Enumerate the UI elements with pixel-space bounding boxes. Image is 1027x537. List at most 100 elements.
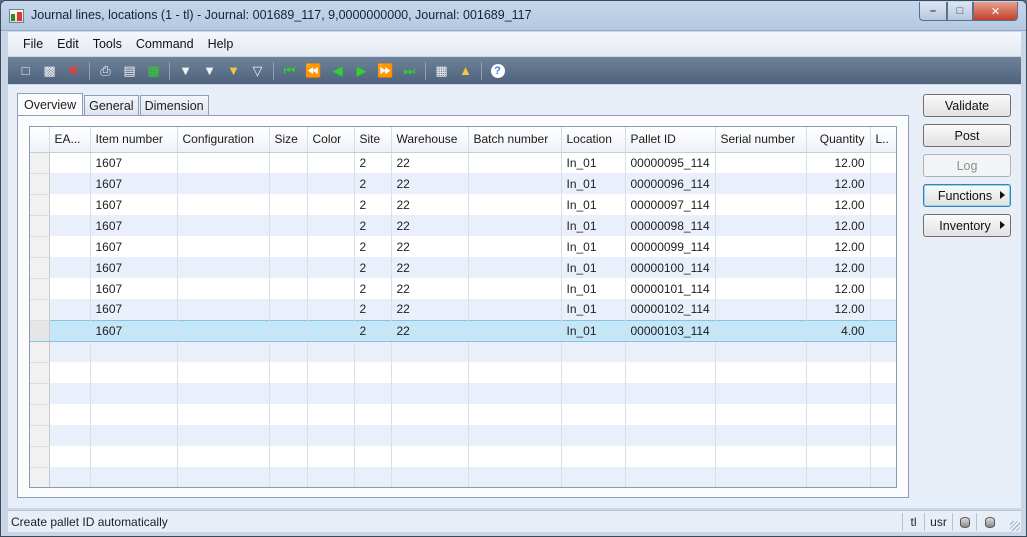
cell-quantity[interactable]: 12.00 [806,194,871,215]
cell-batch-number[interactable] [468,152,562,173]
row-selector[interactable] [30,299,50,321]
cell-ea[interactable] [49,257,91,278]
table-row[interactable]: 1607 2 22 In_01 00000102_114 12.00 [30,299,896,321]
menu-file[interactable]: File [16,37,50,51]
cell-configuration[interactable] [177,278,270,299]
close-button[interactable]: ✕ [973,2,1018,21]
validate-button[interactable]: Validate [923,94,1011,117]
cell-ea[interactable] [49,173,91,194]
advanced-filter-icon[interactable]: ▼ [223,61,244,81]
column-header-site[interactable]: Site [354,127,392,153]
cell-serial-number[interactable] [715,257,807,278]
row-selector[interactable] [30,236,50,258]
cell-quantity[interactable]: 4.00 [806,319,871,342]
cell-warehouse[interactable]: 22 [391,257,469,278]
column-header-batch-number[interactable]: Batch number [468,127,562,153]
cell-color[interactable] [307,257,355,278]
cell-batch-number[interactable] [468,173,562,194]
last-record-icon[interactable]: ⏭ [399,61,420,81]
cell-item-number[interactable]: 1607 [90,319,178,342]
status-db-icon[interactable] [952,513,976,531]
cell-pallet-id[interactable]: 00000095_114 [625,152,716,173]
column-header-quantity[interactable]: Quantity [806,127,871,153]
cell-quantity[interactable]: 12.00 [806,236,871,257]
cell-color[interactable] [307,194,355,215]
first-record-icon[interactable]: ⏮ [279,61,300,81]
cell-ea[interactable] [49,299,91,320]
cell-batch-number[interactable] [468,194,562,215]
cell-location[interactable]: In_01 [561,236,626,257]
cell-configuration[interactable] [177,319,270,342]
cell-site[interactable]: 2 [354,278,392,299]
column-header-configuration[interactable]: Configuration [177,127,270,153]
functions-menu-button[interactable]: Functions [923,184,1011,207]
cell-configuration[interactable] [177,257,270,278]
cell-location[interactable]: In_01 [561,299,626,320]
document-handling-icon[interactable]: ▦ [431,61,452,81]
cell-warehouse[interactable]: 22 [391,299,469,320]
cell-warehouse[interactable]: 22 [391,194,469,215]
cell-item-number[interactable]: 1607 [90,215,178,236]
cell-quantity[interactable]: 12.00 [806,257,871,278]
menu-help[interactable]: Help [201,37,241,51]
next-page-icon[interactable]: ⏩ [375,61,396,81]
cell-serial-number[interactable] [715,278,807,299]
cell-site[interactable]: 2 [354,215,392,236]
cell-site[interactable]: 2 [354,194,392,215]
cell-color[interactable] [307,319,355,342]
cell-ea[interactable] [49,278,91,299]
next-record-icon[interactable]: ▶ [351,61,372,81]
cell-site[interactable]: 2 [354,236,392,257]
row-selector[interactable] [30,257,50,279]
filter-by-selection-icon[interactable]: ▼ [175,61,196,81]
column-header-pallet-id[interactable]: Pallet ID [625,127,716,153]
new-icon[interactable]: □ [15,61,36,81]
column-header-location[interactable]: Location [561,127,626,153]
cell-size[interactable] [269,152,308,173]
table-row[interactable]: 1607 2 22 In_01 00000098_114 12.00 [30,215,896,237]
cell-pallet-id[interactable]: 00000103_114 [625,319,716,342]
cell-item-number[interactable]: 1607 [90,299,178,320]
table-row[interactable]: 1607 2 22 In_01 00000095_114 12.00 [30,152,896,174]
table-row[interactable]: 1607 2 22 In_01 00000096_114 12.00 [30,173,896,195]
delete-icon[interactable]: ✖ [63,61,84,81]
cell-ea[interactable] [49,215,91,236]
cell-location[interactable]: In_01 [561,173,626,194]
cell-l[interactable] [870,278,896,299]
cell-warehouse[interactable]: 22 [391,215,469,236]
cell-pallet-id[interactable]: 00000100_114 [625,257,716,278]
cell-pallet-id[interactable]: 00000099_114 [625,236,716,257]
row-selector-header[interactable] [30,127,50,153]
cell-pallet-id[interactable]: 00000101_114 [625,278,716,299]
cell-l[interactable] [870,152,896,173]
print-icon[interactable]: ⎙ [95,61,116,81]
cell-location[interactable]: In_01 [561,194,626,215]
minimize-button[interactable]: – [919,2,947,21]
cell-size[interactable] [269,319,308,342]
cell-site[interactable]: 2 [354,152,392,173]
cell-l[interactable] [870,173,896,194]
cell-batch-number[interactable] [468,236,562,257]
cell-l[interactable] [870,319,896,342]
maximize-button[interactable]: □ [947,2,973,21]
cell-l[interactable] [870,194,896,215]
column-header-l[interactable]: L.. [870,127,896,153]
table-row[interactable]: 1607 2 22 In_01 00000099_114 12.00 [30,236,896,258]
cell-serial-number[interactable] [715,299,807,320]
cell-ea[interactable] [49,194,91,215]
column-header-size[interactable]: Size [269,127,308,153]
cell-configuration[interactable] [177,194,270,215]
cell-configuration[interactable] [177,173,270,194]
row-selector[interactable] [30,278,50,300]
row-selector[interactable] [30,215,50,237]
resize-grip-icon[interactable] [1010,521,1020,531]
cell-serial-number[interactable] [715,152,807,173]
column-header-color[interactable]: Color [307,127,355,153]
title-bar[interactable]: Journal lines, locations (1 - tl) - Jour… [1,1,1026,31]
cell-warehouse[interactable]: 22 [391,152,469,173]
export-excel-icon[interactable]: ▦ [143,61,164,81]
post-button[interactable]: Post [923,124,1011,147]
cell-site[interactable]: 2 [354,299,392,320]
cell-ea[interactable] [49,236,91,257]
cell-ea[interactable] [49,152,91,173]
